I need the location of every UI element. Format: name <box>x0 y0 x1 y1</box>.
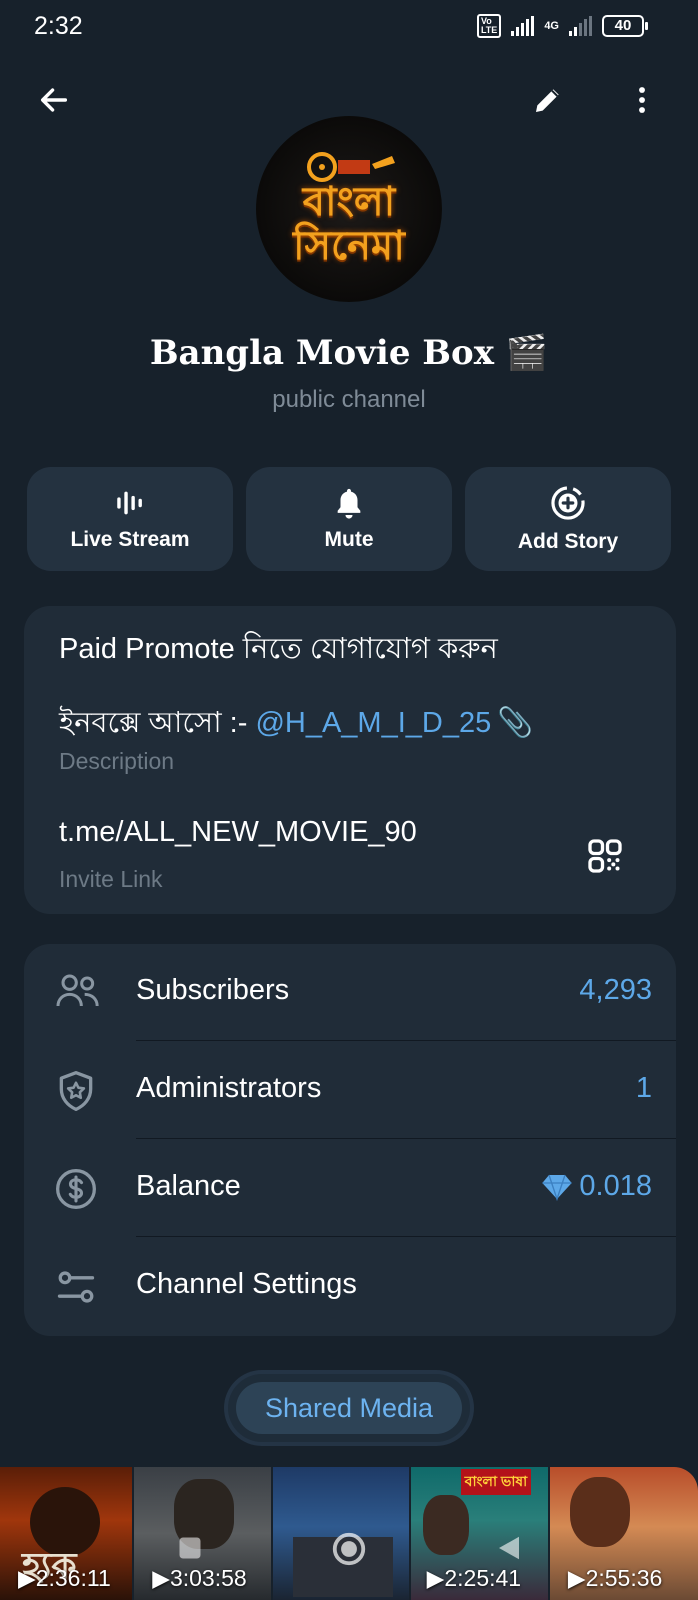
status-time: 2:32 <box>34 12 83 40</box>
settings-sliders-icon <box>57 1271 95 1303</box>
balance-label: Balance <box>136 1170 241 1202</box>
thumb-overlay-text: বাংলা ভাষা <box>460 1469 532 1495</box>
invite-link[interactable]: t.me/ALL_NEW_MOVIE_90 <box>59 816 417 849</box>
system-navigation-bar <box>0 1510 698 1600</box>
avatar-logo-line1: বাংলা <box>302 178 396 225</box>
nav-back-icon[interactable] <box>494 1532 524 1564</box>
channel-name: Bangla Movie Box 🎬 <box>149 333 549 373</box>
users-icon <box>56 974 99 1007</box>
channel-type: public channel <box>272 386 426 413</box>
subscribers-count: 4,293 <box>579 974 652 1006</box>
more-vertical-icon <box>639 87 645 113</box>
add-story-icon <box>551 486 585 520</box>
home-icon[interactable] <box>330 1530 368 1568</box>
back-button[interactable] <box>30 76 78 124</box>
description-caption: Description <box>59 748 175 774</box>
shared-media-label: Shared Media <box>236 1382 462 1434</box>
subscribers-row[interactable]: Subscribers 4,293 <box>24 944 676 1042</box>
channel-settings-row[interactable]: Channel Settings <box>24 1238 676 1336</box>
edit-button[interactable] <box>524 76 572 124</box>
live-stream-icon <box>117 491 142 515</box>
live-stream-button[interactable]: Live Stream <box>27 467 233 571</box>
divider <box>136 1236 676 1237</box>
recents-icon[interactable] <box>176 1534 204 1562</box>
balance-row[interactable]: Balance 0.018 <box>24 1140 676 1238</box>
channel-avatar[interactable]: বাংলা সিনেমা <box>256 116 442 302</box>
qr-code-icon <box>588 839 622 873</box>
paperclip-icon: 📎 <box>497 707 534 739</box>
channel-settings-label: Channel Settings <box>136 1268 357 1300</box>
description-line2: ইনবক্সে আসো :- @H_A_M_I_D_25 📎 <box>59 700 533 749</box>
more-button[interactable] <box>618 76 666 124</box>
administrators-label: Administrators <box>136 1072 322 1104</box>
signal-icon <box>511 16 535 36</box>
status-icons: Vo LTE 4G 40 <box>476 14 648 38</box>
bell-icon <box>337 488 361 519</box>
subscribers-label: Subscribers <box>136 974 290 1006</box>
shared-media-tab[interactable]: Shared Media <box>228 1374 470 1442</box>
avatar-logo-line2: সিনেমা <box>293 222 405 269</box>
balance-value: 0.018 <box>541 1170 652 1203</box>
divider <box>136 1040 676 1041</box>
network-type: 4G <box>544 20 559 32</box>
description-line1: Paid Promote নিতে যোগাযোগ করুন <box>59 633 498 665</box>
shield-star-icon <box>59 1071 93 1111</box>
mute-label: Mute <box>324 528 374 551</box>
add-story-label: Add Story <box>517 530 619 553</box>
arrow-left-icon <box>40 88 68 112</box>
mention-link[interactable]: @H_A_M_I_D_25 <box>255 707 491 739</box>
live-stream-label: Live Stream <box>70 528 190 551</box>
balance-amount: 0.018 <box>579 1170 652 1202</box>
signal-2-icon <box>569 16 592 36</box>
qr-code-button[interactable] <box>581 832 629 880</box>
divider <box>136 1138 676 1139</box>
diamond-icon <box>542 1174 573 1201</box>
add-story-button[interactable]: Add Story <box>465 467 671 571</box>
invite-link-caption: Invite Link <box>59 866 163 892</box>
administrators-count: 1 <box>635 1072 652 1104</box>
battery-icon: 40 <box>602 15 648 37</box>
volte-icon: Vo LTE <box>476 14 502 38</box>
status-bar: 2:32 Vo LTE 4G 40 <box>0 0 698 52</box>
administrators-row[interactable]: Administrators 1 <box>24 1042 676 1140</box>
mute-button[interactable]: Mute <box>246 467 452 571</box>
dollar-circle-icon <box>56 1169 96 1209</box>
description-prefix: ইনবক্সে আসো :- <box>59 707 256 739</box>
pencil-icon <box>536 89 559 112</box>
